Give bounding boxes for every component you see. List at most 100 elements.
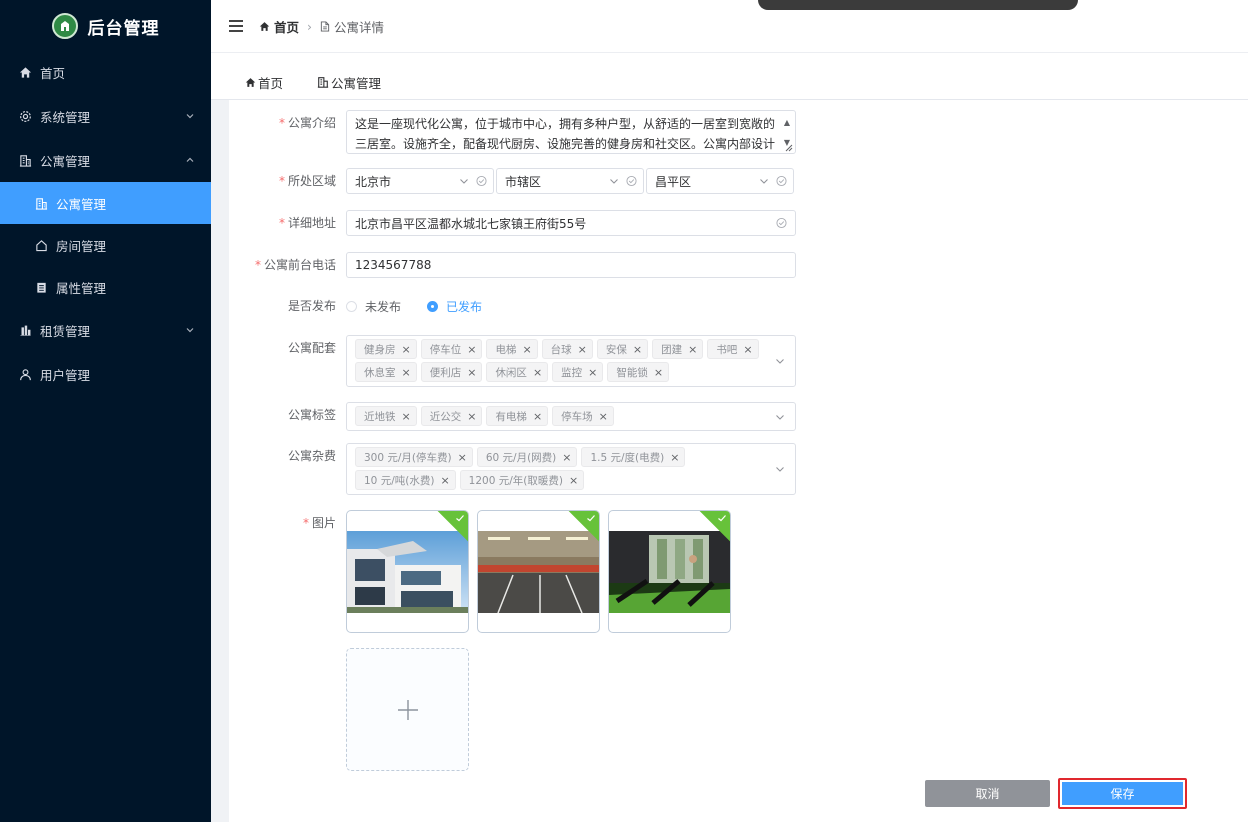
gear-icon (18, 109, 32, 123)
form-row-facilities: 公寓配套 健身房 × 停车位 × 电梯 × 台球 × 安保 × 团建 × 书吧 × 休息室 × … (229, 335, 796, 387)
tag-close-icon[interactable]: × (402, 410, 411, 423)
gym-photo (609, 531, 730, 613)
document-icon (320, 20, 330, 32)
textarea-scrollbar[interactable]: ▲ ▼ (781, 113, 793, 147)
sidebar-item-home[interactable]: 首页 (0, 50, 211, 94)
tag-close-icon[interactable]: × (578, 343, 587, 356)
facility-tag: 台球 × (541, 339, 593, 359)
header: 首页 › 公寓详情 (211, 0, 1248, 53)
sidebar-item-apartment[interactable]: 公寓管理 (0, 138, 211, 182)
labels-label: 公寓标签 (287, 408, 336, 422)
tag-close-icon[interactable]: × (458, 451, 467, 464)
fees-multiselect[interactable]: 300 元/月(停车费) × 60 元/月(网费) × 1.5 元/度(电费) × 1… (346, 443, 796, 495)
check-icon (718, 515, 726, 522)
form-row-images: * 图片 (229, 510, 746, 771)
sidebar-subitem-label: 房间管理 (56, 238, 107, 254)
tag-close-icon[interactable]: × (402, 343, 411, 356)
sidebar-subitem-apartment-manage[interactable]: 公寓管理 (0, 182, 211, 224)
chevron-down-icon (776, 359, 784, 364)
user-icon (18, 367, 32, 381)
home-icon (245, 77, 256, 87)
phone-value: 1234567788 (355, 258, 432, 272)
logo-icon (51, 13, 78, 39)
tag-close-icon[interactable]: × (562, 451, 571, 464)
chart-icon (18, 323, 32, 337)
form-row-fees: 公寓杂费 300 元/月(停车费) × 60 元/月(网费) × 1.5 元/度(电… (229, 443, 796, 495)
district-select[interactable]: 昌平区 (646, 168, 794, 194)
cancel-button[interactable]: 取消 (925, 780, 1050, 807)
fees-label: 公寓杂费 (287, 449, 336, 463)
image-thumbnail[interactable] (608, 510, 731, 633)
tag-close-icon[interactable]: × (670, 451, 679, 464)
radio-unpublished[interactable]: 未发布 (346, 298, 401, 315)
sidebar-item-system[interactable]: 系统管理 (0, 94, 211, 138)
tag-close-icon[interactable]: × (467, 343, 476, 356)
breadcrumb-separator: › (307, 18, 313, 34)
check-icon (456, 515, 464, 522)
sidebar-subitem-room-manage[interactable]: 房间管理 (0, 224, 211, 266)
tag-close-icon[interactable]: × (467, 366, 476, 379)
sidebar-item-label: 用户管理 (40, 367, 91, 383)
tag-close-icon[interactable]: × (533, 410, 542, 423)
tag-close-icon[interactable]: × (402, 366, 411, 379)
chevron-down-icon (186, 114, 194, 119)
label-tag: 停车场 × (552, 406, 614, 426)
address-label: * 详细地址 (278, 216, 336, 230)
save-button[interactable]: 保存 (1058, 778, 1187, 809)
facility-tag: 休息室 × (355, 362, 417, 382)
sidebar-item-label: 公寓管理 (40, 153, 91, 169)
tag-close-icon[interactable]: × (654, 366, 663, 379)
labels-multiselect[interactable]: 近地铁 × 近公交 × 有电梯 × 停车场 × (346, 402, 796, 431)
parking-garage-photo (478, 531, 599, 613)
menu-toggle-icon[interactable] (229, 20, 243, 32)
apartment-building-photo (347, 531, 468, 613)
breadcrumb-home-label: 首页 (274, 19, 300, 35)
image-upload-button[interactable] (346, 648, 469, 771)
sidebar-subitem-attr-manage[interactable]: 属性管理 (0, 266, 211, 308)
fee-tag: 1.5 元/度(电费) × (581, 447, 686, 467)
tag-close-icon[interactable]: × (440, 474, 449, 487)
breadcrumb-home[interactable]: 首页 (259, 17, 299, 36)
tag-close-icon[interactable]: × (743, 343, 752, 356)
sidebar-item-user[interactable]: 用户管理 (0, 352, 211, 396)
tag-close-icon[interactable]: × (688, 343, 697, 356)
validation-check-icon (776, 217, 787, 229)
sidebar-item-lease[interactable]: 租赁管理 (0, 308, 211, 352)
province-select[interactable]: 北京市 (346, 168, 494, 194)
address-input[interactable]: 北京市昌平区温都水城北七家镇王府街55号 (346, 210, 796, 236)
tab-home[interactable]: 首页 (245, 65, 283, 99)
logo: 后台管理 (0, 0, 211, 52)
fee-tag: 10 元/吨(水费) × (355, 470, 456, 490)
image-upload-list (346, 510, 746, 771)
resize-handle-icon[interactable] (785, 144, 793, 152)
image-thumbnail[interactable] (477, 510, 600, 633)
tag-close-icon[interactable]: × (633, 343, 642, 356)
fee-tag: 60 元/月(网费) × (476, 447, 578, 467)
sidebar-item-label: 系统管理 (40, 109, 91, 125)
phone-input[interactable]: 1234567788 (346, 252, 796, 278)
tag-close-icon[interactable]: × (467, 410, 476, 423)
city-select[interactable]: 市辖区 (496, 168, 644, 194)
tab-apartment-manage[interactable]: 公寓管理 (317, 65, 381, 99)
intro-textarea[interactable]: 这是一座现代化公寓，位于城市中心，拥有多种户型，从舒适的一居室到宽敞的三居室。设… (346, 110, 796, 154)
facilities-multiselect[interactable]: 健身房 × 停车位 × 电梯 × 台球 × 安保 × 团建 × 书吧 × 休息室 × 便利店 × … (346, 335, 796, 387)
facility-tag: 安保 × (596, 339, 649, 359)
plus-icon (397, 699, 418, 720)
tag-close-icon[interactable]: × (588, 366, 597, 379)
chevron-down-icon (776, 467, 784, 472)
chevron-down-icon (186, 328, 194, 333)
tag-close-icon[interactable]: × (533, 366, 542, 379)
breadcrumb-current: 公寓详情 (320, 17, 384, 36)
facility-tag: 监控 × (552, 362, 604, 382)
tag-close-icon[interactable]: × (569, 474, 578, 487)
sidebar-item-label: 租赁管理 (40, 323, 91, 339)
image-thumbnail[interactable] (346, 510, 469, 633)
tag-close-icon[interactable]: × (522, 343, 531, 356)
tag-close-icon[interactable]: × (599, 410, 608, 423)
overlay-bar (758, 0, 1078, 10)
radio-published[interactable]: 已发布 (427, 298, 482, 315)
sidebar-item-label: 首页 (40, 65, 66, 81)
building-icon (18, 153, 32, 167)
building-icon (35, 196, 49, 210)
facility-tag: 智能锁 × (607, 362, 670, 382)
